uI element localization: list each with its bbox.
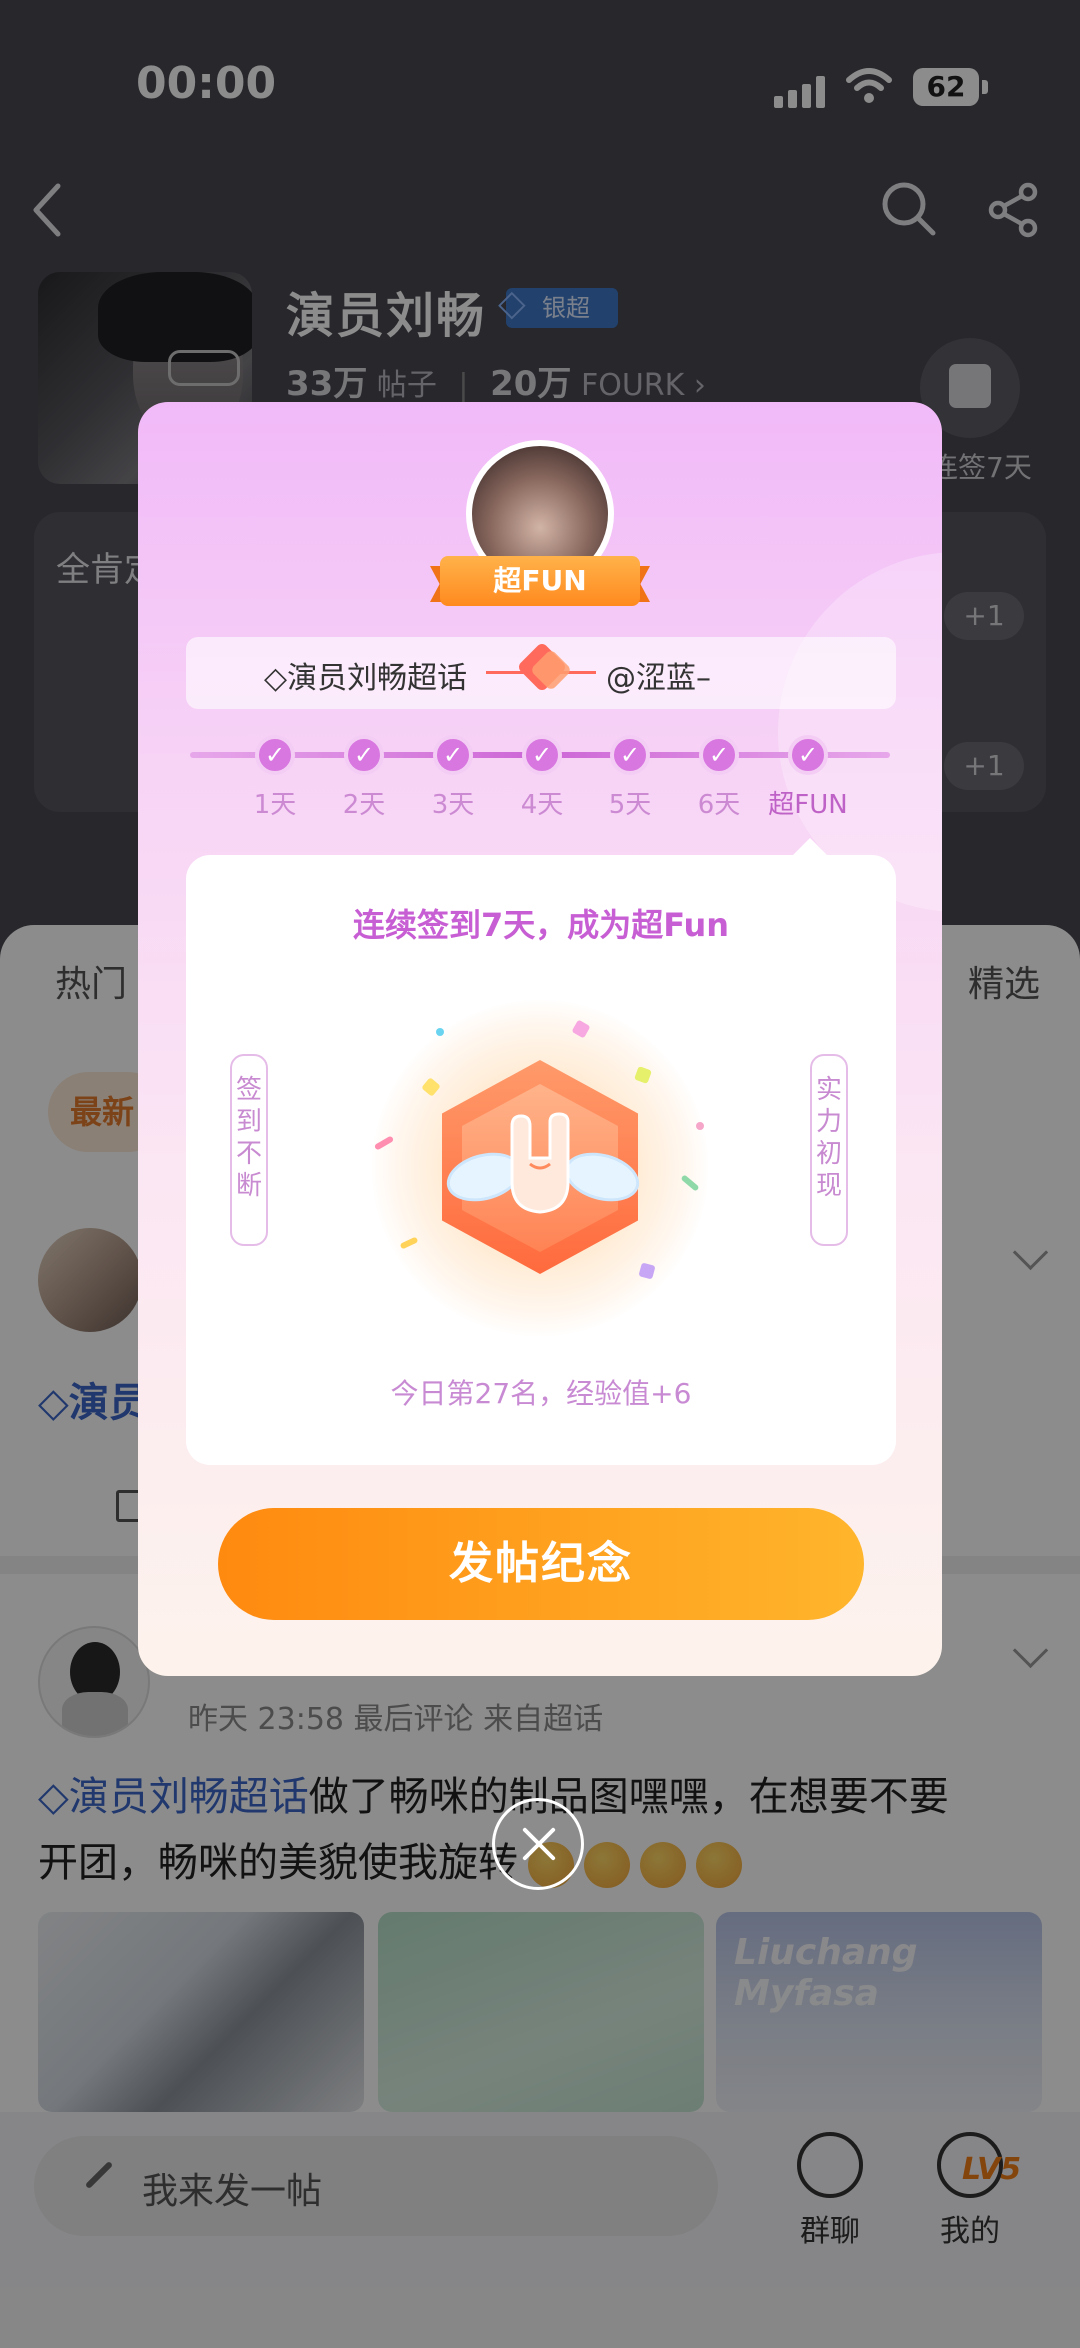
day-check-icon: ✓ (255, 735, 295, 775)
reward-title: 连续签到7天，成为超Fun (352, 906, 730, 944)
username: @涩蓝– (606, 661, 711, 696)
confetti (696, 1122, 704, 1130)
topic-user-bar: ◇演员刘畅超话 @涩蓝– (186, 637, 896, 709)
super-fun-ribbon: 超FUN (440, 556, 640, 606)
day-check-icon: ✓ (699, 735, 739, 775)
post-commemorate-button[interactable]: 发帖纪念 (218, 1508, 864, 1620)
side-tag-right: 实力初现 (810, 1054, 848, 1246)
diamond-icon: ◇ (264, 661, 288, 696)
side-tag-left: 签到不断 (230, 1054, 268, 1246)
close-icon[interactable] (492, 1798, 584, 1890)
rank-exp-text: 今日第27名，经验值+6 (390, 1377, 692, 1410)
day-check-icon: ✓ (522, 735, 562, 775)
supertopic-name: ◇演员刘畅超话 (264, 661, 468, 696)
day-label: 超FUN (768, 790, 848, 820)
day-check-icon: ✓ (344, 735, 384, 775)
day-check-icon: ✓ (788, 735, 828, 775)
day-check-icon: ✓ (610, 735, 650, 775)
day-check-icon: ✓ (433, 735, 473, 775)
rock-hand-icon (510, 1112, 570, 1214)
confetti (436, 1028, 444, 1036)
